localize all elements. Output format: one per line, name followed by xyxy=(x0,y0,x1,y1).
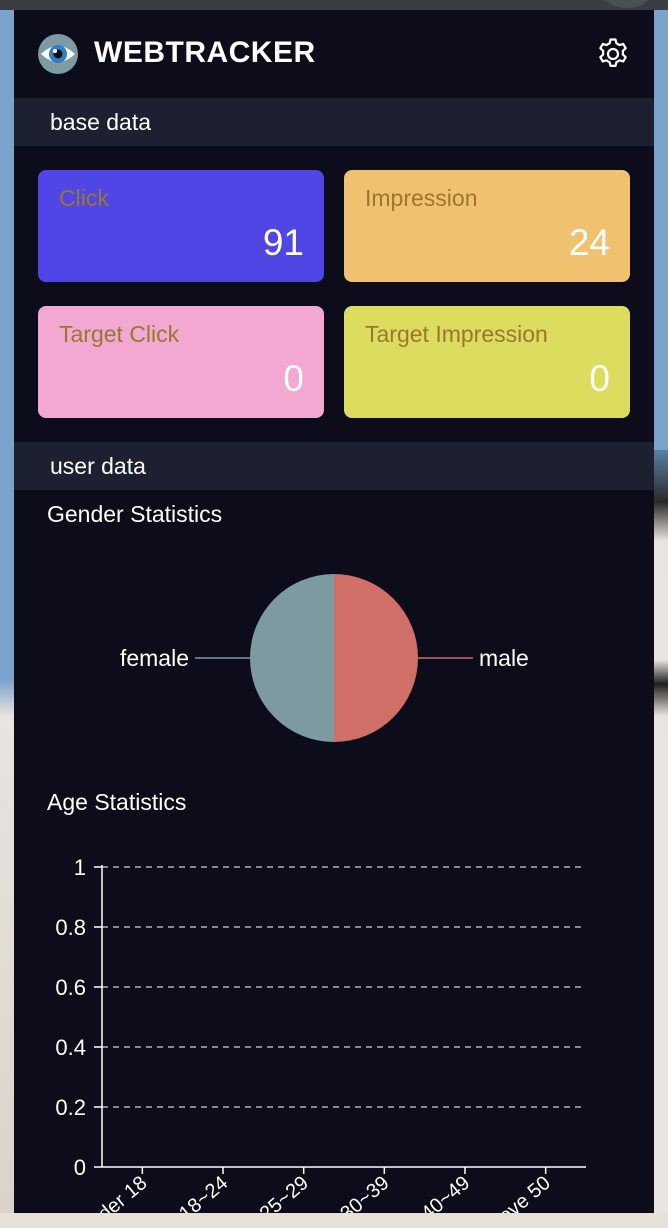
browser-top-bar xyxy=(0,0,668,10)
extension-popup: WEBTRACKER base data Click 91 Impression… xyxy=(14,10,654,1213)
gender-statistics-title: Gender Statistics xyxy=(47,501,223,527)
gear-icon[interactable] xyxy=(596,37,630,71)
gender-pie-chart: male female xyxy=(120,574,529,742)
y-tick-label: 0.4 xyxy=(55,1035,86,1060)
y-tick-label: 0.8 xyxy=(55,915,86,940)
eye-icon xyxy=(38,34,78,74)
y-tick-label: 0 xyxy=(74,1155,86,1180)
card-target-click[interactable]: Target Click 0 xyxy=(38,306,324,418)
popup-header: WEBTRACKER xyxy=(14,10,654,98)
section-base-data: base data xyxy=(14,98,654,146)
y-tick-label: 0.6 xyxy=(55,975,86,1000)
y-tick-label: 0.2 xyxy=(55,1095,86,1120)
pie-slice-male[interactable] xyxy=(334,574,418,742)
card-click-label: Click xyxy=(59,185,109,211)
x-tick-label: above 50 xyxy=(478,1172,555,1213)
background-page-right-top xyxy=(654,10,668,450)
card-click[interactable]: Click 91 xyxy=(38,170,324,282)
section-user-data-label: user data xyxy=(50,453,146,479)
x-tick-label: under 18 xyxy=(77,1172,152,1213)
card-impression[interactable]: Impression 24 xyxy=(344,170,630,282)
card-impression-label: Impression xyxy=(365,185,478,211)
card-target-click-value: 0 xyxy=(283,358,304,399)
pie-label-male: male xyxy=(479,645,529,671)
card-target-click-label: Target Click xyxy=(59,321,180,347)
age-bar-chart: 0 0.2 0.4 0.6 0.8 1 under 18 18~24 25~29 30~39 40~… xyxy=(55,855,586,1213)
card-impression-value: 24 xyxy=(568,222,610,263)
card-target-impression[interactable]: Target Impression 0 xyxy=(344,306,630,418)
x-tick-label: 40~49 xyxy=(417,1172,474,1213)
background-page-bottom xyxy=(0,1213,668,1228)
app-title: WEBTRACKER xyxy=(94,36,316,69)
card-click-value: 91 xyxy=(262,222,304,263)
age-statistics-title: Age Statistics xyxy=(47,789,187,815)
pie-label-female: female xyxy=(120,645,189,671)
x-tick-label: 30~39 xyxy=(336,1172,393,1213)
background-page-shape xyxy=(654,660,668,740)
section-user-data: user data xyxy=(14,442,654,490)
card-target-impression-value: 0 xyxy=(589,358,610,399)
card-target-impression-label: Target Impression xyxy=(365,321,548,347)
x-tick-label: 18~24 xyxy=(175,1172,232,1213)
x-tick-label: 25~29 xyxy=(256,1172,313,1213)
background-page-shape xyxy=(654,450,668,580)
y-tick-label: 1 xyxy=(74,855,86,880)
section-base-data-label: base data xyxy=(50,109,152,135)
pie-slice-female[interactable] xyxy=(250,574,334,742)
background-page-left xyxy=(0,10,14,1228)
